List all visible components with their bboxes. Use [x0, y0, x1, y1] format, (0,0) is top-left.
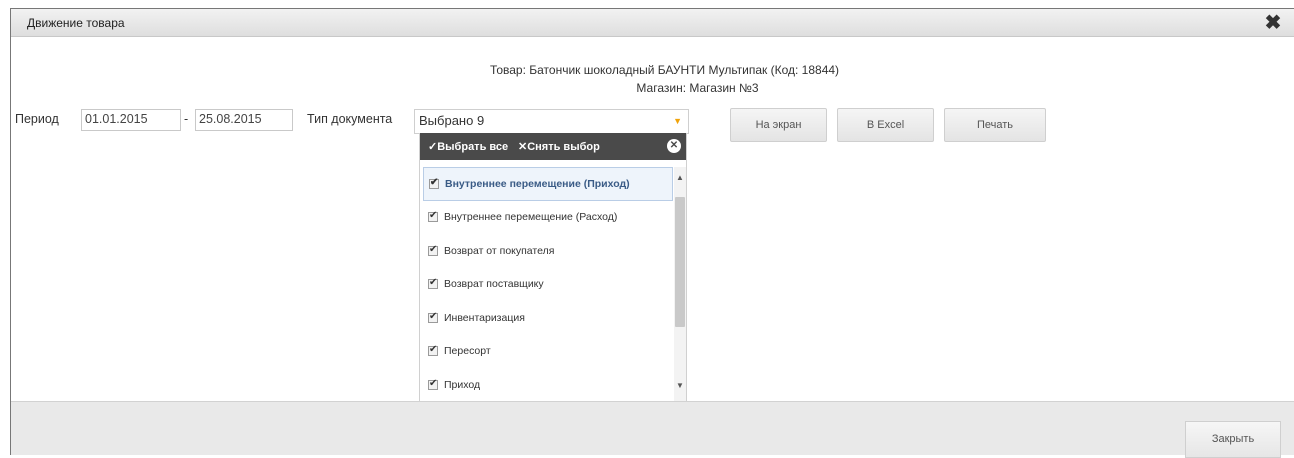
- checkbox-icon[interactable]: [428, 344, 438, 357]
- dialog-titlebar: Движение товара ✖: [11, 9, 1294, 37]
- dialog-title: Движение товара: [27, 16, 125, 30]
- list-item-label: Внутреннее перемещение (Расход): [444, 211, 618, 224]
- product-line: Товар: Батончик шоколадный БАУНТИ Мульти…: [489, 63, 840, 77]
- list-item-label: Инвентаризация: [444, 311, 525, 324]
- circle-close-icon[interactable]: ✕: [667, 139, 681, 153]
- list-item[interactable]: Внутреннее перемещение (Расход): [420, 201, 676, 235]
- checkbox-icon[interactable]: [428, 244, 438, 256]
- product-info: Товар: Батончик шоколадный БАУНТИ Мульти…: [11, 61, 1294, 97]
- date-separator: -: [184, 112, 189, 126]
- doctype-dropdown: ✓Выбрать все ✕Снять выбор ✕ Внутреннее п…: [419, 133, 687, 403]
- checkbox-icon[interactable]: [428, 210, 438, 223]
- show-on-screen-button[interactable]: На экран: [730, 108, 827, 142]
- scroll-down-icon[interactable]: ▼: [674, 379, 686, 393]
- list-item[interactable]: Внутреннее перемещение (Приход): [423, 167, 673, 201]
- movement-dialog: Движение товара ✖ Товар: Батончик шокола…: [10, 8, 1294, 458]
- close-button[interactable]: Закрыть: [1185, 421, 1281, 458]
- print-button[interactable]: Печать: [944, 108, 1046, 142]
- close-icon[interactable]: ✖: [1262, 12, 1284, 34]
- list-item-label: Пересорт: [444, 345, 491, 358]
- list-item[interactable]: Приход: [420, 368, 676, 402]
- list-item-label: Приход: [444, 378, 481, 391]
- doctype-list: Внутреннее перемещение (Приход) Внутренн…: [420, 167, 676, 402]
- clear-selection-button[interactable]: ✕Снять выбор: [518, 140, 600, 153]
- dialog-footer: Закрыть: [11, 401, 1294, 458]
- doctype-label: Тип документа: [307, 112, 393, 126]
- checkbox-icon[interactable]: [428, 311, 438, 323]
- checkbox-icon[interactable]: [428, 277, 438, 290]
- scrollbar-thumb[interactable]: [675, 197, 685, 327]
- checkbox-icon[interactable]: [429, 177, 439, 189]
- dropdown-scrollbar[interactable]: ▲ ▼: [674, 167, 686, 401]
- dropdown-header: ✓Выбрать все ✕Снять выбор ✕: [420, 133, 686, 160]
- list-item[interactable]: Пересорт: [420, 335, 676, 369]
- list-item-label: Возврат от покупателя: [444, 244, 555, 257]
- store-line: Магазин: Магазин №3: [636, 81, 759, 95]
- doctype-value: Выбрано 9: [419, 113, 485, 128]
- date-to-input[interactable]: 25.08.2015: [195, 109, 293, 131]
- period-label: Период: [15, 112, 59, 126]
- scroll-up-icon[interactable]: ▲: [674, 171, 686, 185]
- list-item[interactable]: Возврат от покупателя: [420, 234, 676, 268]
- select-all-button[interactable]: ✓Выбрать все: [428, 140, 508, 153]
- list-item-label: Внутреннее перемещение (Приход): [445, 177, 630, 190]
- doctype-select[interactable]: Выбрано 9 ▼: [414, 109, 689, 134]
- list-item-label: Возврат поставщику: [444, 278, 544, 291]
- date-from-input[interactable]: 01.01.2015: [81, 109, 181, 131]
- chevron-down-icon[interactable]: ▼: [673, 116, 682, 126]
- export-excel-button[interactable]: В Excel: [837, 108, 934, 142]
- checkbox-icon[interactable]: [428, 378, 438, 390]
- list-item[interactable]: Возврат поставщику: [420, 268, 676, 302]
- list-item[interactable]: Инвентаризация: [420, 301, 676, 335]
